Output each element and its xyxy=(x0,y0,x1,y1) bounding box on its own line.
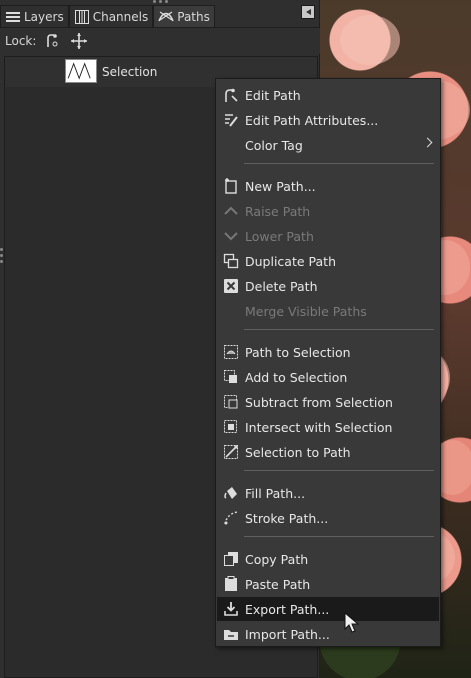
menu-item-copy-path[interactable]: Copy Path xyxy=(217,547,439,571)
raise-icon xyxy=(224,206,238,215)
menu-item-paste-path[interactable]: Paste Path xyxy=(217,572,439,596)
stroke-icon xyxy=(224,511,238,525)
menu-item-fill-path[interactable]: Fill Path... xyxy=(217,481,439,505)
dock-tabs: Layers Channels Paths xyxy=(0,5,320,27)
menu-item-add-to-selection[interactable]: Add to Selection xyxy=(217,365,439,389)
channels-icon xyxy=(74,9,89,24)
tab-label: Paths xyxy=(177,9,210,24)
add-selection-icon xyxy=(224,370,237,383)
lock-bar: Lock: xyxy=(0,27,320,54)
menu-item-edit-path-attributes[interactable]: Edit Path Attributes... xyxy=(217,108,439,132)
menu-item-stroke-path[interactable]: Stroke Path... xyxy=(217,506,439,530)
new-path-icon xyxy=(225,178,237,194)
menu-item-duplicate-path[interactable]: Duplicate Path xyxy=(217,249,439,273)
copy-icon xyxy=(224,552,238,566)
tab-paths[interactable]: Paths xyxy=(153,5,215,27)
lock-label: Lock: xyxy=(5,34,37,48)
import-icon xyxy=(224,630,238,640)
tab-layers[interactable]: Layers xyxy=(0,5,69,27)
menu-separator xyxy=(244,329,434,330)
menu-item-merge-visible-paths[interactable]: Merge Visible Paths xyxy=(217,299,439,323)
intersect-selection-icon xyxy=(224,420,237,433)
subtract-selection-icon xyxy=(224,395,238,409)
paths-icon xyxy=(158,11,174,21)
menu-item-intersect-with-selection[interactable]: Intersect with Selection xyxy=(217,415,439,439)
lower-icon xyxy=(224,232,238,241)
path-to-selection-icon xyxy=(224,345,238,359)
edit-path-icon xyxy=(225,88,238,102)
mouse-cursor-icon xyxy=(344,612,360,633)
menu-item-edit-path[interactable]: Edit Path xyxy=(217,83,439,107)
delete-icon xyxy=(224,279,238,293)
lock-path-icon[interactable] xyxy=(44,32,62,50)
paste-icon xyxy=(225,576,237,591)
path-name: Selection xyxy=(102,65,158,79)
edit-attributes-icon xyxy=(225,114,238,127)
path-thumbnail xyxy=(65,59,97,83)
menu-separator xyxy=(244,470,434,471)
tab-label: Layers xyxy=(24,9,64,24)
menu-item-color-tag[interactable]: Color Tag xyxy=(217,133,439,157)
fill-icon xyxy=(224,487,237,499)
paths-context-menu: Edit Path Edit Path Attributes... Color … xyxy=(215,78,441,647)
menu-item-import-path[interactable]: Import Path... xyxy=(217,622,439,646)
duplicate-icon xyxy=(223,253,239,269)
layers-icon xyxy=(6,11,20,22)
rose-highlight xyxy=(340,15,400,65)
menu-separator xyxy=(244,163,434,164)
export-icon xyxy=(224,602,238,616)
lock-position-icon[interactable] xyxy=(70,32,88,50)
menu-item-raise-path[interactable]: Raise Path xyxy=(217,199,439,223)
submenu-arrow-icon xyxy=(422,137,433,148)
menu-separator xyxy=(244,536,434,537)
menu-item-lower-path[interactable]: Lower Path xyxy=(217,224,439,248)
menu-item-path-to-selection[interactable]: Path to Selection xyxy=(217,340,439,364)
menu-item-selection-to-path[interactable]: Selection to Path xyxy=(217,440,439,464)
menu-item-subtract-from-selection[interactable]: Subtract from Selection xyxy=(217,390,439,414)
tab-menu-button[interactable] xyxy=(301,5,315,19)
tab-label: Channels xyxy=(92,9,149,24)
menu-item-new-path[interactable]: New Path... xyxy=(217,174,439,198)
menu-item-export-path[interactable]: Export Path... xyxy=(217,597,439,621)
menu-item-delete-path[interactable]: Delete Path xyxy=(217,274,439,298)
tab-channels[interactable]: Channels xyxy=(68,5,154,27)
selection-to-path-icon xyxy=(224,445,238,459)
